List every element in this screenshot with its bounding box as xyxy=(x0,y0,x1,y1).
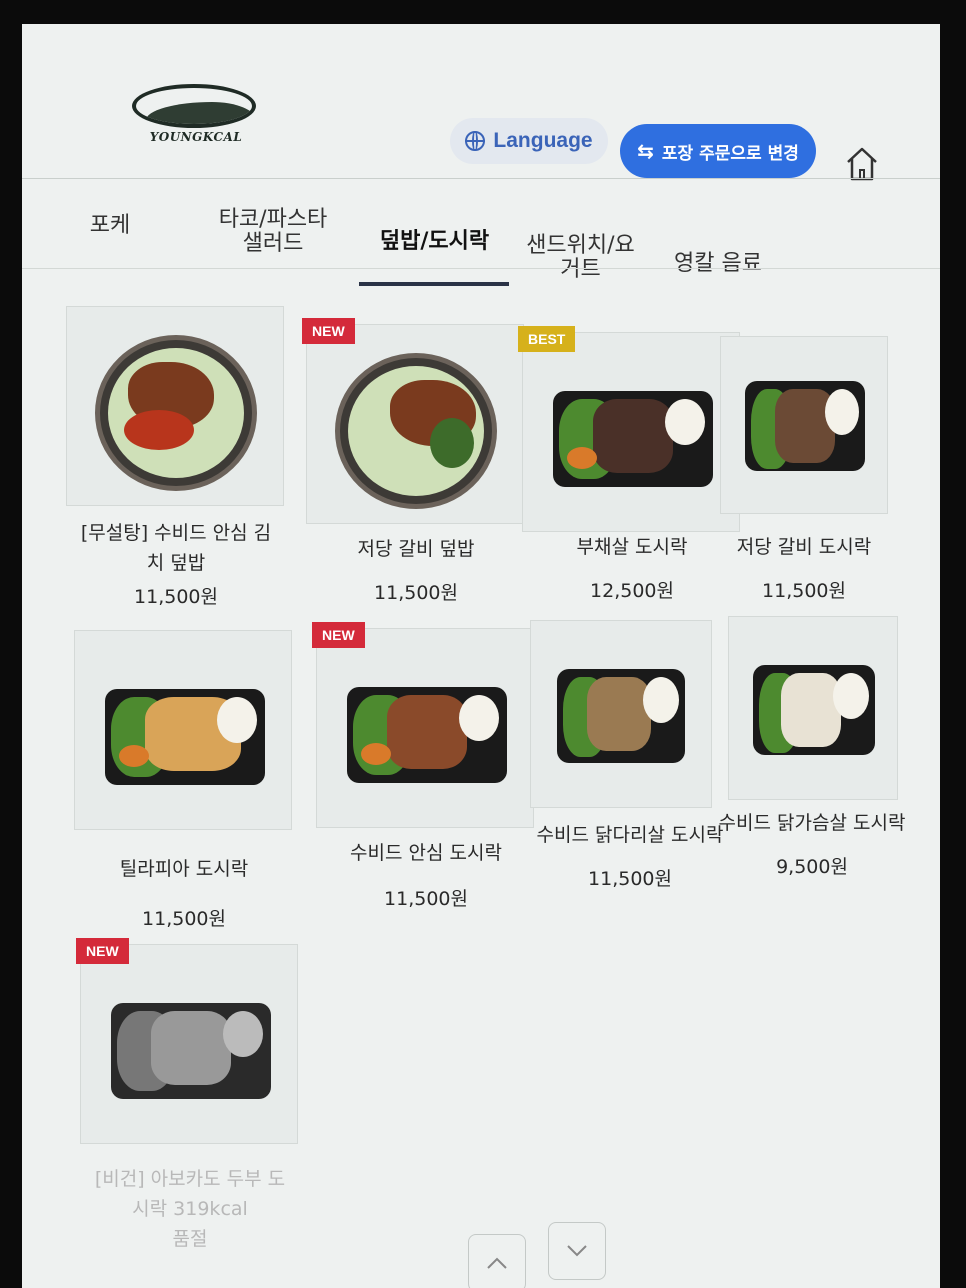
menu-item-price: 9,500원 xyxy=(776,856,848,878)
scroll-down-button[interactable] xyxy=(548,1222,606,1280)
menu-item-image[interactable] xyxy=(530,620,712,808)
new-badge: NEW xyxy=(76,938,129,964)
menu-item-name: 저당 갈비 덮밥 xyxy=(357,538,475,560)
best-badge: BEST xyxy=(518,326,576,352)
menu-item-image[interactable] xyxy=(728,616,898,800)
menu-item-image[interactable] xyxy=(74,630,292,830)
takeout-order-button[interactable]: ⇆ 포장 주문으로 변경 xyxy=(620,124,816,178)
menu-item-name: 저당 갈비 도시락 xyxy=(736,536,872,558)
new-badge: NEW xyxy=(302,318,355,344)
menu-item-name: 틸라피아 도시락 xyxy=(119,858,249,880)
chevron-up-icon xyxy=(487,1257,507,1269)
takeout-label: 포장 주문으로 변경 xyxy=(661,143,799,164)
menu-item-price: 11,500원 xyxy=(762,580,846,602)
menu-item-price: 11,500원 xyxy=(384,888,468,910)
menu-item-image[interactable] xyxy=(522,332,740,532)
category-tabs: 포케 타코/파스타 샐러드 덮밥/도시락 샌드위치/요 거트 영칼 음료 xyxy=(22,184,940,294)
tabs-divider xyxy=(22,268,940,269)
header: YOUNGKCAL Language ⇆ 포장 주문으로 변경 xyxy=(22,24,940,181)
language-label: Language xyxy=(493,129,593,152)
active-tab-indicator xyxy=(359,282,509,286)
tab-drinks[interactable]: 영칼 음료 xyxy=(668,252,768,276)
globe-icon xyxy=(465,131,486,151)
menu-item-price: 11,500원 xyxy=(134,586,218,608)
kiosk-screen: YOUNGKCAL Language ⇆ 포장 주문으로 변경 포케 타코/파스… xyxy=(22,24,940,1288)
scroll-up-button[interactable] xyxy=(468,1234,526,1288)
logo: YOUNGKCAL xyxy=(126,82,266,148)
tab-poke[interactable]: 포케 xyxy=(80,214,140,238)
logo-text: YOUNGKCAL xyxy=(149,130,243,144)
tab-sandwich-yogurt[interactable]: 샌드위치/요 거트 xyxy=(518,234,643,282)
menu-item-image[interactable] xyxy=(720,336,888,514)
tab-taco-pasta-salad[interactable]: 타코/파스타 샐러드 xyxy=(208,208,338,256)
logo-mark xyxy=(132,84,256,128)
menu-item-image[interactable] xyxy=(80,944,298,1144)
tab-rice-bowl-lunchbox[interactable]: 덮밥/도시락 xyxy=(362,230,507,254)
header-divider xyxy=(22,178,940,179)
language-button[interactable]: Language xyxy=(450,118,608,164)
swap-icon: ⇆ xyxy=(637,139,654,163)
chevron-down-icon xyxy=(567,1245,587,1257)
menu-item-name: 수비드 닭가슴살 도시락 xyxy=(718,812,906,834)
menu-item-image[interactable] xyxy=(306,324,524,524)
menu-item-image[interactable] xyxy=(66,306,284,506)
menu-item-name: [무설탕] 수비드 안심 김 치 덮밥 xyxy=(80,522,272,574)
menu-item-price: 11,500원 xyxy=(374,582,458,604)
menu-item-image[interactable] xyxy=(316,628,534,828)
menu-item-name: [비건] 아보카도 두부 도 시락 319kcal 품절 xyxy=(94,1168,286,1250)
menu-item-price: 11,500원 xyxy=(142,908,226,930)
new-badge: NEW xyxy=(312,622,365,648)
